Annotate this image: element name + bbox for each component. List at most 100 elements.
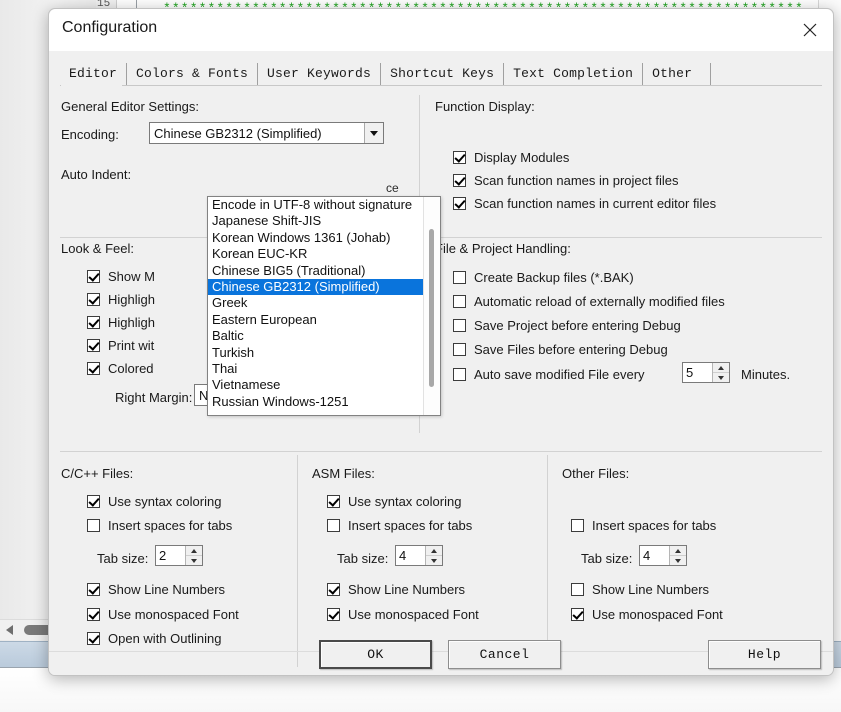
asm-use-syntax-coloring-label: Use syntax coloring [348, 494, 462, 509]
cpp-insert-spaces-checkbox[interactable]: Insert spaces for tabs [87, 518, 232, 533]
cancel-button[interactable]: Cancel [448, 640, 561, 669]
triangle-down-icon [431, 558, 437, 563]
tab-underline [60, 85, 822, 86]
stepper-up-button[interactable] [426, 546, 442, 556]
look-feel-checkbox-4[interactable]: Colored [87, 361, 154, 376]
autosave-minutes-stepper[interactable]: 5 [682, 362, 730, 383]
file-project-label-2: Save Project before entering Debug [474, 318, 681, 333]
function-display-checkbox-0[interactable]: Display Modules [453, 150, 569, 165]
triangle-up-icon [718, 365, 724, 370]
stepper-up-button[interactable] [186, 546, 202, 556]
dropdown-option[interactable]: Baltic [208, 328, 424, 344]
look-feel-label-4: Colored [108, 361, 154, 376]
cpp-use-syntax-coloring-label: Use syntax coloring [108, 494, 222, 509]
cpp-show-line-numbers-label: Show Line Numbers [108, 582, 226, 597]
checkbox-icon [453, 174, 466, 187]
other-use-monospaced-checkbox[interactable]: Use monospaced Font [571, 607, 723, 622]
dropdown-option[interactable]: Japanese Shift-JIS [208, 213, 424, 229]
file-project-checkbox-1[interactable]: Automatic reload of externally modified … [453, 294, 725, 309]
file-project-checkbox-2[interactable]: Save Project before entering Debug [453, 318, 681, 333]
function-display-checkbox-1[interactable]: Scan function names in project files [453, 173, 679, 188]
dropdown-option[interactable]: Eastern European [208, 312, 424, 328]
stepper-buttons[interactable] [669, 546, 686, 565]
look-feel-checkbox-3[interactable]: Print wit [87, 338, 154, 353]
help-button[interactable]: Help [708, 640, 821, 669]
look-feel-checkbox-2[interactable]: Highligh [87, 315, 155, 330]
dropdown-scrollbar[interactable] [423, 197, 440, 415]
stepper-up-button[interactable] [713, 363, 729, 373]
asm-tab-size-stepper[interactable]: 4 [395, 545, 443, 566]
file-project-label-3: Save Files before entering Debug [474, 342, 668, 357]
tab-shortcut-keys[interactable]: Shortcut Keys [381, 63, 505, 85]
stepper-down-button[interactable] [670, 556, 686, 565]
dropdown-option[interactable]: Korean Windows 1361 (Johab) [208, 230, 424, 246]
file-project-handling-label: File & Project Handling: [435, 241, 571, 256]
other-show-line-numbers-checkbox[interactable]: Show Line Numbers [571, 582, 709, 597]
stepper-down-button[interactable] [426, 556, 442, 565]
asm-use-syntax-coloring-checkbox[interactable]: Use syntax coloring [327, 494, 461, 509]
stepper-buttons[interactable] [712, 363, 729, 382]
look-feel-label-3: Print wit [108, 338, 155, 353]
asm-insert-spaces-checkbox[interactable]: Insert spaces for tabs [327, 518, 472, 533]
tab-other[interactable]: Other [643, 63, 712, 85]
file-project-checkbox-0[interactable]: Create Backup files (*.BAK) [453, 270, 634, 285]
dropdown-option[interactable]: Chinese GB2312 (Simplified) [208, 278, 424, 296]
close-button[interactable] [787, 9, 833, 51]
function-display-checkbox-2[interactable]: Scan function names in current editor fi… [453, 196, 716, 211]
checkbox-icon [453, 197, 466, 210]
tab-colors-and-fonts[interactable]: Colors & Fonts [127, 63, 259, 85]
other-tab-size-label: Tab size: [581, 551, 633, 566]
panel-divider [297, 455, 298, 667]
right-margin-label: Right Margin: [115, 390, 193, 405]
dropdown-options[interactable]: Encode in UTF-8 without signature Japanes… [208, 197, 424, 415]
lower-section-separator [60, 451, 822, 452]
other-tab-size-stepper[interactable]: 4 [639, 545, 687, 566]
dropdown-option[interactable]: Korean EUC-KR [208, 246, 424, 262]
encoding-combobox-value: Chinese GB2312 (Simplified) [154, 125, 322, 141]
tab-user-keywords[interactable]: User Keywords [258, 63, 382, 85]
tab-text-completion[interactable]: Text Completion [504, 63, 644, 85]
other-insert-spaces-checkbox[interactable]: Insert spaces for tabs [571, 518, 716, 533]
stepper-down-button[interactable] [713, 373, 729, 382]
stepper-up-button[interactable] [670, 546, 686, 556]
cpp-use-syntax-coloring-checkbox[interactable]: Use syntax coloring [87, 494, 221, 509]
encoding-combobox-button[interactable] [364, 123, 383, 143]
asm-show-line-numbers-checkbox[interactable]: Show Line Numbers [327, 582, 465, 597]
look-feel-checkbox-0[interactable]: Show M [87, 269, 155, 284]
dropdown-option[interactable]: Russian Windows-1251 [208, 394, 424, 410]
dropdown-option[interactable]: Vietnamese [208, 377, 424, 393]
stepper-down-button[interactable] [186, 556, 202, 565]
cpp-show-line-numbers-checkbox[interactable]: Show Line Numbers [87, 582, 225, 597]
checkbox-icon [453, 295, 466, 308]
dropdown-option[interactable]: Turkish [208, 345, 424, 361]
other-use-monospaced-label: Use monospaced Font [592, 607, 723, 622]
asm-show-line-numbers-label: Show Line Numbers [348, 582, 466, 597]
file-project-checkbox-3[interactable]: Save Files before entering Debug [453, 342, 668, 357]
autosave-checkbox[interactable]: Auto save modified File every [453, 367, 645, 382]
dropdown-option[interactable]: Greek [208, 295, 424, 311]
ok-button[interactable]: OK [319, 640, 432, 669]
encoding-dropdown-list[interactable]: Encode in UTF-8 without signature Japanes… [207, 196, 441, 416]
cpp-open-outlining-checkbox[interactable]: Open with Outlining [87, 631, 221, 646]
auto-indent-label: Auto Indent: [61, 167, 132, 182]
triangle-down-icon [191, 558, 197, 563]
scrollbar-thumb[interactable] [429, 229, 434, 387]
cpp-use-monospaced-checkbox[interactable]: Use monospaced Font [87, 607, 239, 622]
tab-editor[interactable]: Editor [60, 63, 128, 85]
stepper-buttons[interactable] [425, 546, 442, 565]
encoding-combobox[interactable]: Chinese GB2312 (Simplified) [149, 122, 384, 144]
cpp-tab-size-stepper[interactable]: 2 [155, 545, 203, 566]
dropdown-option[interactable]: Thai [208, 361, 424, 377]
look-feel-checkbox-1[interactable]: Highligh [87, 292, 155, 307]
configuration-dialog: Configuration Editor Colors & Fonts User… [48, 8, 834, 676]
checkbox-icon [87, 270, 100, 283]
scroll-left-arrow-icon[interactable] [6, 625, 13, 635]
checkbox-icon [327, 583, 340, 596]
dropdown-option[interactable]: Chinese BIG5 (Traditional) [208, 263, 424, 279]
checkbox-icon [87, 583, 100, 596]
asm-use-monospaced-checkbox[interactable]: Use monospaced Font [327, 607, 479, 622]
dropdown-option[interactable]: Encode in UTF-8 without signature [208, 197, 424, 213]
stepper-buttons[interactable] [185, 546, 202, 565]
encoding-label: Encoding: [61, 127, 119, 142]
checkbox-icon [327, 519, 340, 532]
